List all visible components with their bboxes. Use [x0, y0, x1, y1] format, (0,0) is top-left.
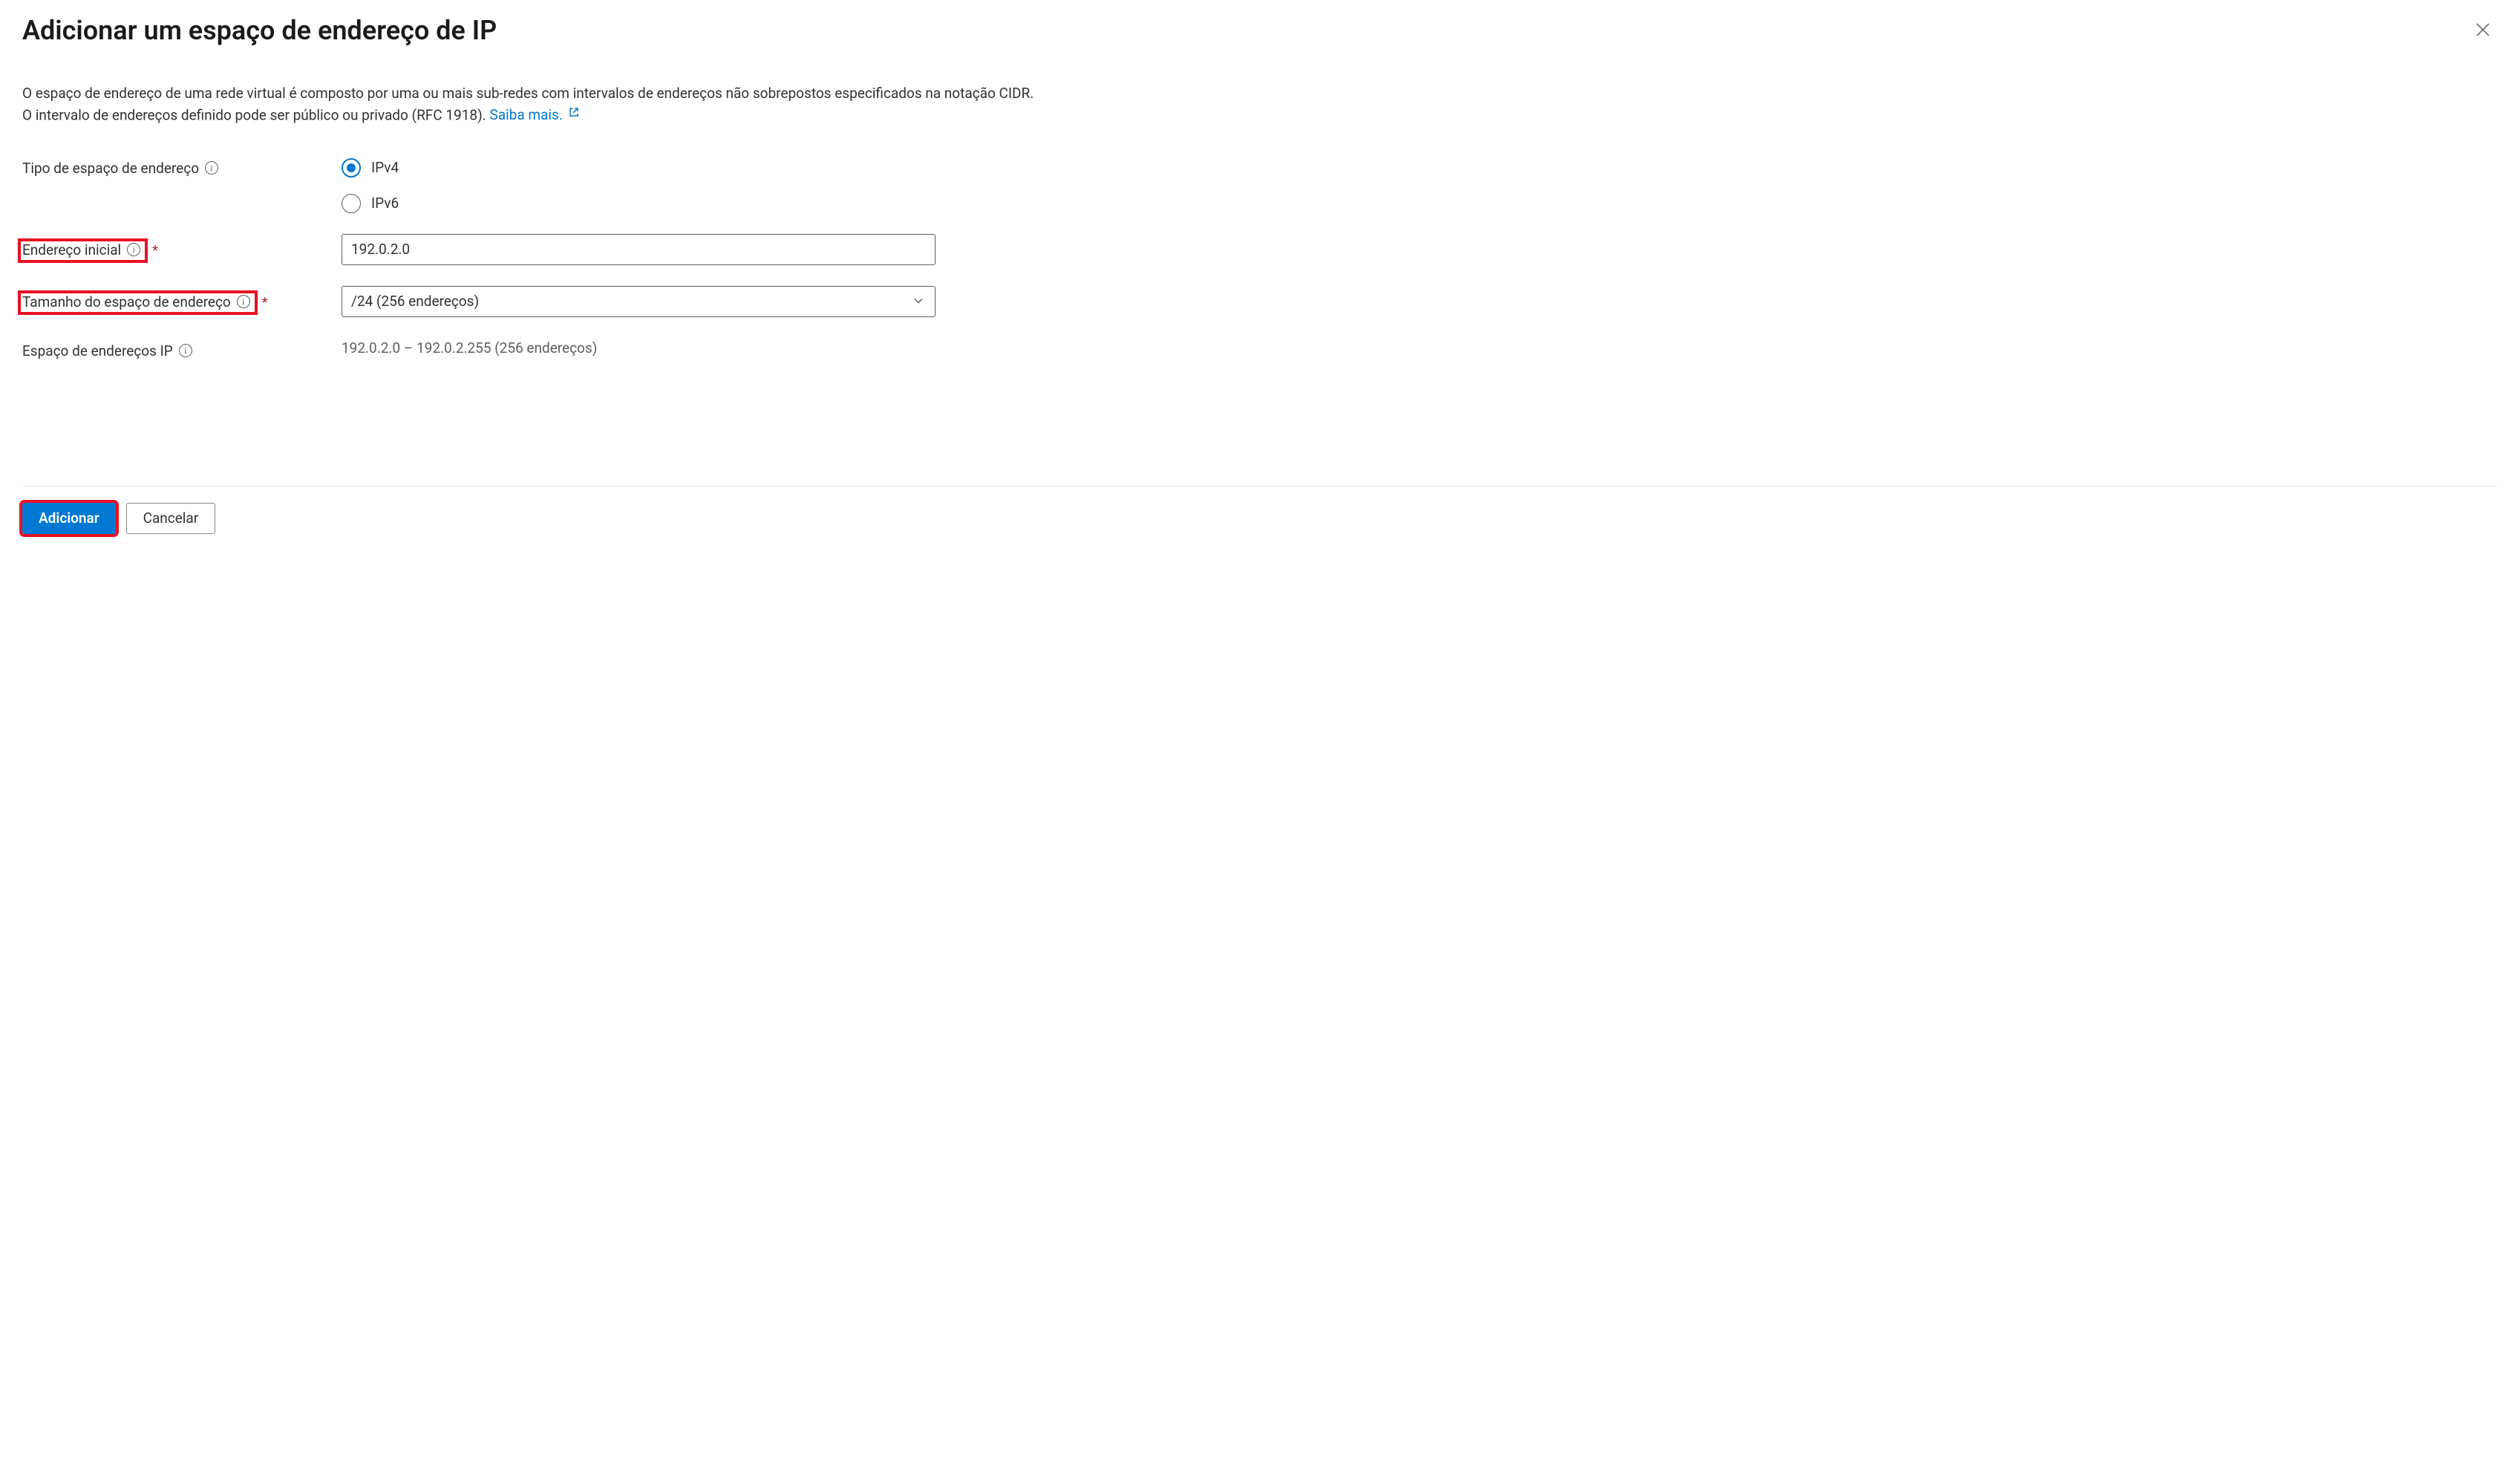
- start-address-label-col: Endereço inicial i *: [22, 234, 342, 263]
- address-size-row: Tamanho do espaço de endereço i * /24 (2…: [22, 286, 2498, 317]
- description-text: O espaço de endereço de uma rede virtual…: [22, 84, 1047, 126]
- page-title: Adicionar um espaço de endereço de IP: [22, 15, 497, 46]
- start-address-label-highlight: Endereço inicial i: [18, 238, 148, 263]
- ip-space-row: Espaço de endereços IP i 192.0.2.0 – 192…: [22, 338, 2498, 359]
- ip-space-label-text: Espaço de endereços IP: [22, 342, 173, 359]
- start-address-input[interactable]: [342, 234, 936, 265]
- radio-selected-icon: [342, 158, 361, 178]
- address-size-label-text: Tamanho do espaço de endereço: [22, 293, 231, 310]
- radio-ipv6[interactable]: IPv6: [342, 194, 936, 213]
- chevron-down-icon: [913, 293, 924, 310]
- info-icon[interactable]: i: [179, 344, 192, 357]
- close-icon: [2474, 21, 2492, 39]
- radio-ipv4-label: IPv4: [371, 159, 399, 176]
- radio-unselected-icon: [342, 194, 361, 213]
- ip-space-value: 192.0.2.0 – 192.0.2.255 (256 endereços): [342, 338, 936, 357]
- info-icon[interactable]: i: [237, 295, 250, 308]
- address-type-label: Tipo de espaço de endereço i: [22, 155, 342, 177]
- start-address-label-text: Endereço inicial: [22, 241, 121, 258]
- address-size-label-col: Tamanho do espaço de endereço i *: [22, 286, 342, 315]
- ip-space-label-col: Espaço de endereços IP i: [22, 338, 342, 359]
- dialog-header: Adicionar um espaço de endereço de IP: [22, 15, 2498, 47]
- learn-more-link[interactable]: Saiba mais.: [489, 106, 579, 123]
- address-type-row: Tipo de espaço de endereço i IPv4 IPv6: [22, 155, 2498, 213]
- start-address-row: Endereço inicial i *: [22, 234, 2498, 265]
- address-type-radio-group: IPv4 IPv6: [342, 155, 936, 213]
- address-type-label-text: Tipo de espaço de endereço: [22, 160, 199, 177]
- info-icon[interactable]: i: [127, 243, 140, 256]
- address-size-value: /24 (256 endereços): [351, 293, 479, 310]
- add-button[interactable]: Adicionar: [22, 503, 116, 534]
- address-size-select[interactable]: /24 (256 endereços): [342, 286, 936, 317]
- radio-ipv4[interactable]: IPv4: [342, 158, 936, 178]
- cancel-button[interactable]: Cancelar: [126, 503, 216, 534]
- dialog-footer: Adicionar Cancelar: [22, 486, 2498, 534]
- required-indicator: *: [262, 295, 268, 310]
- radio-ipv6-label: IPv6: [371, 195, 399, 212]
- required-indicator: *: [152, 243, 158, 258]
- external-link-icon: [568, 104, 580, 124]
- learn-more-label: Saiba mais.: [489, 106, 562, 123]
- address-size-label-highlight: Tamanho do espaço de endereço i: [18, 290, 258, 315]
- close-button[interactable]: [2468, 15, 2498, 47]
- info-icon[interactable]: i: [205, 161, 218, 175]
